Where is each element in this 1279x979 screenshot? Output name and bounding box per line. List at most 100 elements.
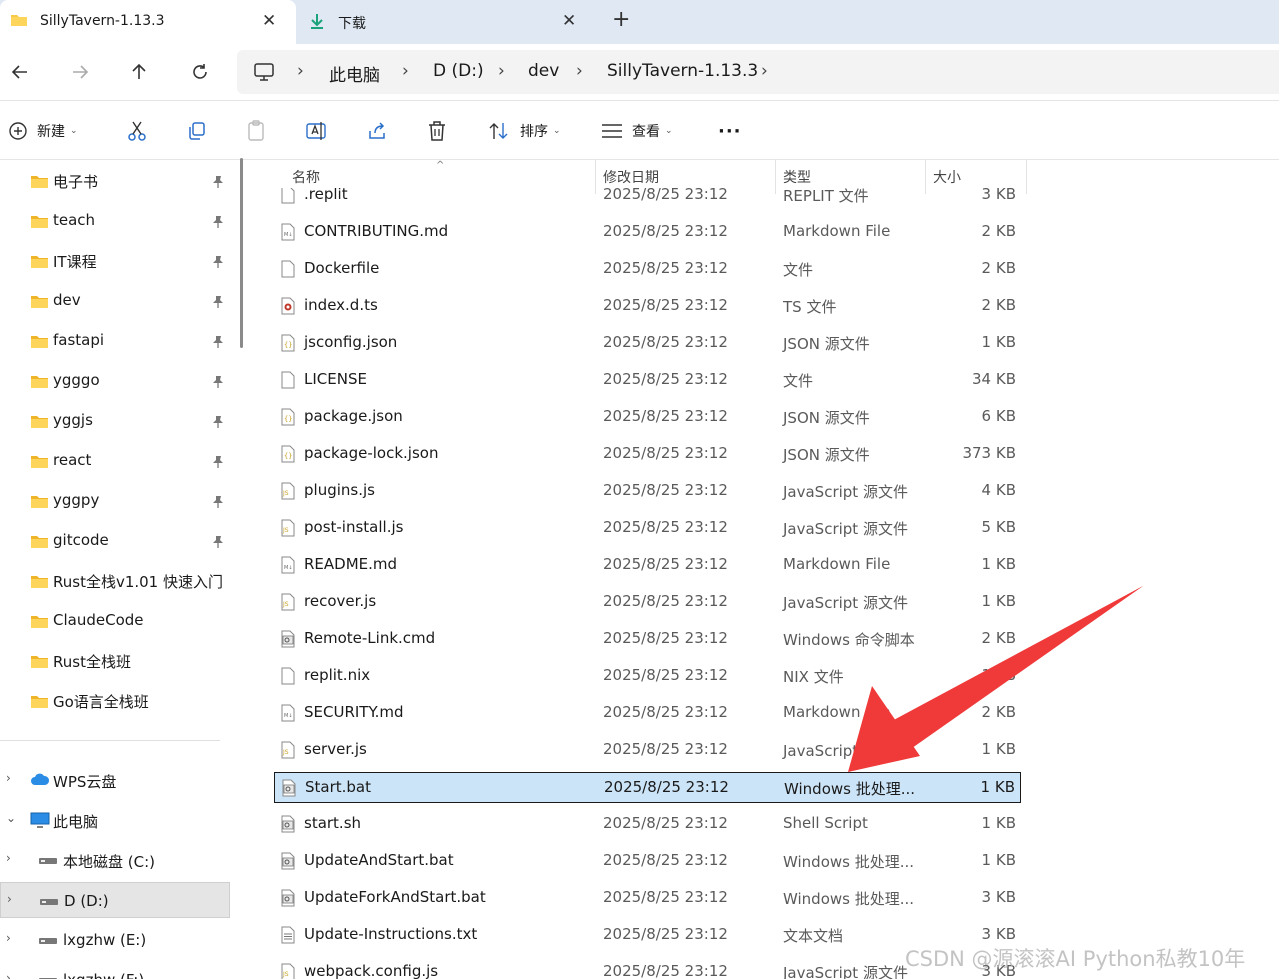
file-row[interactable]: UpdateAndStart.bat 2025/8/25 23:12 Windows… (274, 846, 1021, 877)
file-row[interactable]: start.sh 2025/8/25 23:12 Shell Script 1 KB (274, 809, 1021, 840)
file-row[interactable]: {} package.json 2025/8/25 23:12 JSON 源文件 6 K… (274, 402, 1021, 433)
more-options-icon[interactable]: ··· (718, 119, 742, 143)
sidebar-item-fastapi[interactable]: fastapi (0, 322, 230, 358)
pin-icon[interactable] (212, 494, 224, 512)
sidebar-item-ygggo[interactable]: ygggo (0, 362, 230, 398)
chevron-right-icon[interactable]: › (6, 931, 11, 945)
delete-icon[interactable] (427, 119, 447, 143)
copy-icon[interactable] (187, 119, 207, 143)
chevron-right-icon[interactable]: › (6, 851, 11, 865)
sidebar-item-dev[interactable]: dev (0, 282, 230, 318)
sidebar-scrollbar[interactable] (240, 158, 243, 348)
sidebar-item-go[interactable]: Go语言全栈班 (0, 682, 230, 718)
file-row[interactable]: M↓ SECURITY.md 2025/8/25 23:12 Markdown Fil… (274, 698, 1021, 729)
sidebar-item-item[interactable]: 电子书 (0, 162, 230, 198)
sidebar-item-rust[interactable]: Rust全栈班 (0, 642, 230, 678)
chevron-right-icon[interactable]: › (7, 892, 12, 906)
chevron-right-icon[interactable]: › (576, 61, 583, 81)
file-row[interactable]: JS plugins.js 2025/8/25 23:12 JavaScript 源文… (274, 476, 1021, 507)
breadcrumb-sillytavern[interactable]: SillyTavern-1.13.3 (607, 61, 758, 81)
file-row[interactable]: JS recover.js 2025/8/25 23:12 JavaScript 源文… (274, 587, 1021, 618)
column-date[interactable]: 修改日期 (603, 167, 659, 187)
column-divider[interactable] (775, 160, 776, 194)
breadcrumb-dev[interactable]: dev (528, 61, 559, 81)
file-type: JSON 源文件 (783, 335, 870, 353)
svg-text:JS: JS (282, 527, 289, 534)
file-row[interactable]: Start.bat 2025/8/25 23:12 Windows 批处理... 1 … (274, 772, 1021, 803)
column-divider[interactable] (925, 160, 926, 194)
file-size: 1 KB (981, 592, 1016, 610)
file-row[interactable]: JS server.js 2025/8/25 23:12 JavaScript 源文件… (274, 735, 1021, 766)
sidebar-item-react[interactable]: react (0, 442, 230, 478)
tab-sillytavern[interactable]: SillyTavern-1.13.3 ✕ (0, 0, 296, 44)
pin-icon[interactable] (212, 414, 224, 432)
forward-arrow-icon[interactable] (66, 58, 94, 86)
chevron-down-icon[interactable]: ⌄ (6, 811, 16, 825)
sidebar-item-gitcode[interactable]: gitcode (0, 522, 230, 558)
new-tab-icon[interactable]: + (612, 7, 630, 32)
column-type[interactable]: 类型 (783, 167, 811, 187)
file-row[interactable]: Dockerfile 2025/8/25 23:12 文件 2 KB (274, 254, 1021, 285)
file-row[interactable]: M↓ CONTRIBUTING.md 2025/8/25 23:12 Markdown… (274, 217, 1021, 248)
file-row[interactable]: M↓ README.md 2025/8/25 23:12 Markdown File 1… (274, 550, 1021, 581)
breadcrumb-this-pc[interactable]: 此电脑 (329, 61, 380, 86)
sidebar-item-teach[interactable]: teach (0, 202, 230, 238)
chevron-right-icon[interactable]: › (6, 971, 11, 979)
close-icon[interactable]: ✕ (562, 11, 576, 31)
file-row[interactable]: Remote-Link.cmd 2025/8/25 23:12 Windows 命令… (274, 624, 1021, 655)
pin-icon[interactable] (212, 174, 224, 192)
share-icon[interactable] (367, 119, 387, 143)
new-button[interactable]: 新建 ⌄ (8, 119, 78, 143)
refresh-icon[interactable] (186, 58, 214, 86)
pin-icon[interactable] (212, 534, 224, 552)
file-type: Windows 批处理... (783, 853, 915, 871)
file-row[interactable]: UpdateForkAndStart.bat 2025/8/25 23:12 Win… (274, 883, 1021, 914)
sidebar-item-item[interactable]: ⌄ 此电脑 (0, 802, 230, 838)
view-button[interactable]: 查看 ⌄ (601, 119, 673, 143)
column-size[interactable]: 大小 (933, 167, 961, 187)
breadcrumb-drive-d[interactable]: D (D:) (433, 61, 484, 81)
column-name[interactable]: 名称 (292, 167, 320, 187)
sidebar-item-it[interactable]: IT课程 (0, 242, 230, 278)
pin-icon[interactable] (212, 214, 224, 232)
sidebar-item-c[interactable]: › 本地磁盘 (C:) (0, 842, 230, 878)
pin-icon[interactable] (212, 454, 224, 472)
column-divider[interactable] (1026, 160, 1027, 194)
chevron-right-icon[interactable]: › (297, 61, 304, 81)
file-row[interactable]: {} jsconfig.json 2025/8/25 23:12 JSON 源文件 1 … (274, 328, 1021, 359)
pin-icon[interactable] (212, 374, 224, 392)
sidebar-item-lxgzhw-e[interactable]: › lxgzhw (E:) (0, 922, 230, 958)
chevron-right-icon[interactable]: › (6, 771, 11, 785)
sidebar-item-yggjs[interactable]: yggjs (0, 402, 230, 438)
sidebar-item-rust-v1-01[interactable]: Rust全栈v1.01 快速入门 (0, 562, 230, 598)
file-row[interactable]: JS post-install.js 2025/8/25 23:12 JavaScri… (274, 513, 1021, 544)
chevron-right-icon[interactable]: › (761, 61, 768, 81)
sort-label: 排序 (520, 124, 548, 140)
sort-button[interactable]: 排序 ⌄ (489, 119, 561, 143)
paste-icon[interactable] (247, 119, 267, 143)
sidebar-item-yggpy[interactable]: yggpy (0, 482, 230, 518)
file-name: Update-Instructions.txt (304, 925, 478, 943)
pin-icon[interactable] (212, 254, 224, 272)
close-icon[interactable]: ✕ (262, 11, 276, 31)
up-arrow-icon[interactable] (125, 58, 153, 86)
back-arrow-icon[interactable] (6, 58, 34, 86)
file-row[interactable]: index.d.ts 2025/8/25 23:12 TS 文件 2 KB (274, 291, 1021, 322)
file-row[interactable]: LICENSE 2025/8/25 23:12 文件 34 KB (274, 365, 1021, 396)
tab-downloads[interactable]: 下载 ✕ (298, 0, 594, 44)
chevron-right-icon[interactable]: › (498, 61, 505, 81)
pin-icon[interactable] (212, 294, 224, 312)
file-row[interactable]: {} package-lock.json 2025/8/25 23:12 JSON 源… (274, 439, 1021, 470)
sidebar-item-lxgzhw-f[interactable]: › lxgzhw (F:) (0, 962, 230, 979)
chevron-right-icon[interactable]: › (402, 61, 409, 81)
rename-icon[interactable] (306, 119, 328, 143)
address-bar[interactable]: › 此电脑 › D (D:) › dev › SillyTavern-1.13.… (237, 50, 1279, 94)
column-divider[interactable] (595, 160, 596, 194)
sidebar-item-wps[interactable]: › WPS云盘 (0, 762, 230, 798)
sidebar-item-label: IT课程 (53, 253, 97, 271)
cut-icon[interactable] (127, 119, 147, 143)
pin-icon[interactable] (212, 334, 224, 352)
sidebar-item-claudecode[interactable]: ClaudeCode (0, 602, 230, 638)
sidebar-item-d-d[interactable]: › D (D:) (0, 882, 230, 918)
file-row[interactable]: replit.nix 2025/8/25 23:12 NIX 文件 1 KB (274, 661, 1021, 692)
